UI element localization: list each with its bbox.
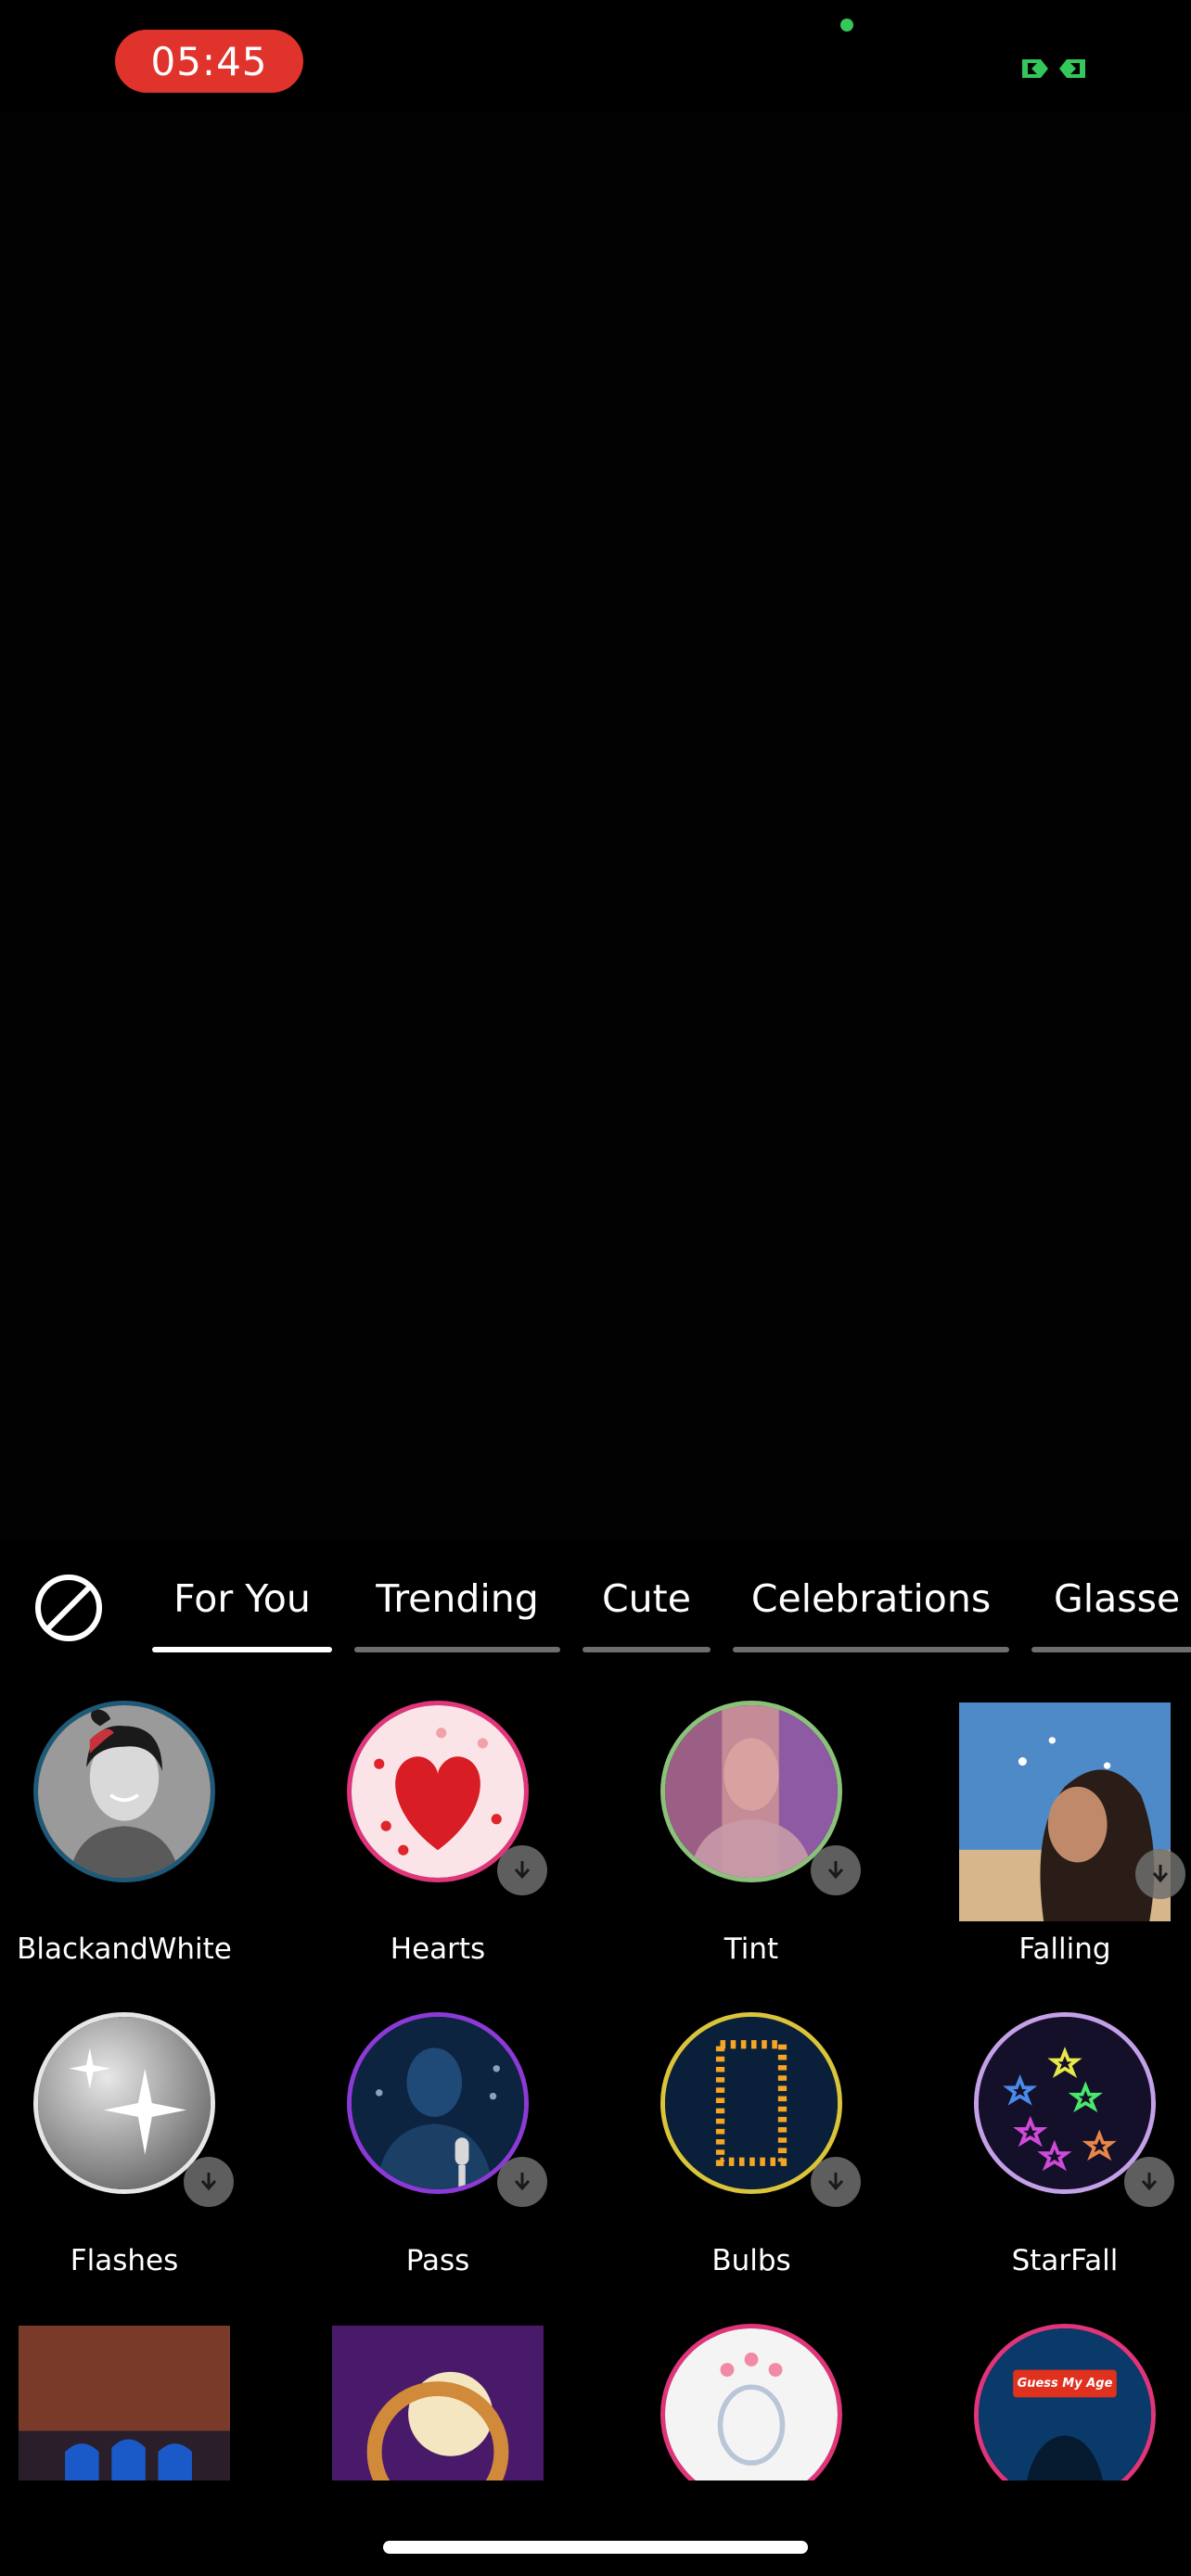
download-icon[interactable]: [811, 2157, 861, 2207]
tab-underline: [152, 1647, 332, 1652]
effect-label: Bulbs: [711, 2244, 791, 2277]
camera-flip-icon[interactable]: [1018, 54, 1089, 85]
portrait-bw-thumb: [33, 1701, 215, 1882]
effect-tint[interactable]: Tint: [603, 1688, 900, 1994]
tab-label: Glasse: [1054, 1576, 1181, 1621]
effect-diwali[interactable]: [289, 2311, 586, 2480]
tab-label: Celebrations: [750, 1576, 992, 1621]
tab-for-you[interactable]: For You: [152, 1567, 332, 1656]
effect-bulbs[interactable]: Bulbs: [603, 1999, 900, 2305]
download-icon[interactable]: [497, 2157, 547, 2207]
effect-label: Falling: [1018, 1932, 1111, 1966]
tab-underline: [1031, 1647, 1191, 1652]
effect-label: StarFall: [1011, 2244, 1119, 2277]
tab-underline: [583, 1647, 711, 1652]
effect-label: Hearts: [390, 1932, 486, 1966]
effect-cricket[interactable]: [0, 2311, 273, 2480]
tab-glasses[interactable]: Glasse: [1031, 1567, 1191, 1656]
effect-blackandwhite[interactable]: BlackandWhite: [0, 1688, 273, 1994]
effect-starfall[interactable]: StarFall: [916, 1999, 1191, 2305]
effect-label: Pass: [405, 2244, 470, 2277]
download-icon[interactable]: [184, 2157, 234, 2207]
guess-age-thumb: Guess My Age: [974, 2324, 1156, 2480]
tab-cute[interactable]: Cute: [583, 1567, 711, 1656]
effect-flashes[interactable]: Flashes: [0, 1999, 273, 2305]
effect-label: BlackandWhite: [17, 1932, 232, 1966]
effect-category-tabs: For You Trending Cute Celebrations Glass…: [152, 1567, 1191, 1656]
download-icon[interactable]: [1124, 2157, 1174, 2207]
camera-in-use-indicator: [840, 19, 853, 32]
effects-grid: BlackandWhite Hearts Tint Falling Flashe…: [0, 1688, 1191, 2480]
download-icon[interactable]: [1135, 1849, 1185, 1899]
camera-preview[interactable]: [0, 111, 1191, 1539]
effect-label: Tint: [724, 1932, 779, 1966]
guess-age-label: Guess My Age: [1017, 2377, 1113, 2391]
tab-underline: [733, 1647, 1009, 1652]
effect-hearts[interactable]: Hearts: [289, 1688, 586, 1994]
download-icon[interactable]: [811, 1845, 861, 1895]
no-effect-icon[interactable]: [33, 1573, 104, 1643]
cricket-team-thumb: [19, 2326, 230, 2480]
diwali-lamp-thumb: [332, 2326, 544, 2480]
effect-falling[interactable]: Falling: [916, 1688, 1191, 1994]
effect-label: Flashes: [70, 2244, 179, 2277]
effect-guess-my-age[interactable]: Guess My Age: [916, 2311, 1191, 2480]
home-indicator[interactable]: [383, 2541, 808, 2554]
recording-time-pill[interactable]: 05:45: [115, 30, 303, 93]
falling-photo-thumb: [959, 1702, 1171, 1921]
tab-underline: [354, 1647, 560, 1652]
tab-celebrations[interactable]: Celebrations: [733, 1567, 1009, 1656]
tab-trending[interactable]: Trending: [354, 1567, 560, 1656]
tab-label: Cute: [602, 1576, 691, 1621]
tab-label: For You: [173, 1576, 311, 1621]
heart-halo-thumb: [660, 2324, 842, 2480]
tab-label: Trending: [376, 1576, 539, 1621]
effect-pass[interactable]: Pass: [289, 1999, 586, 2305]
effect-heart-halo[interactable]: [603, 2311, 900, 2480]
download-icon[interactable]: [497, 1845, 547, 1895]
recording-time: 05:45: [150, 38, 268, 84]
